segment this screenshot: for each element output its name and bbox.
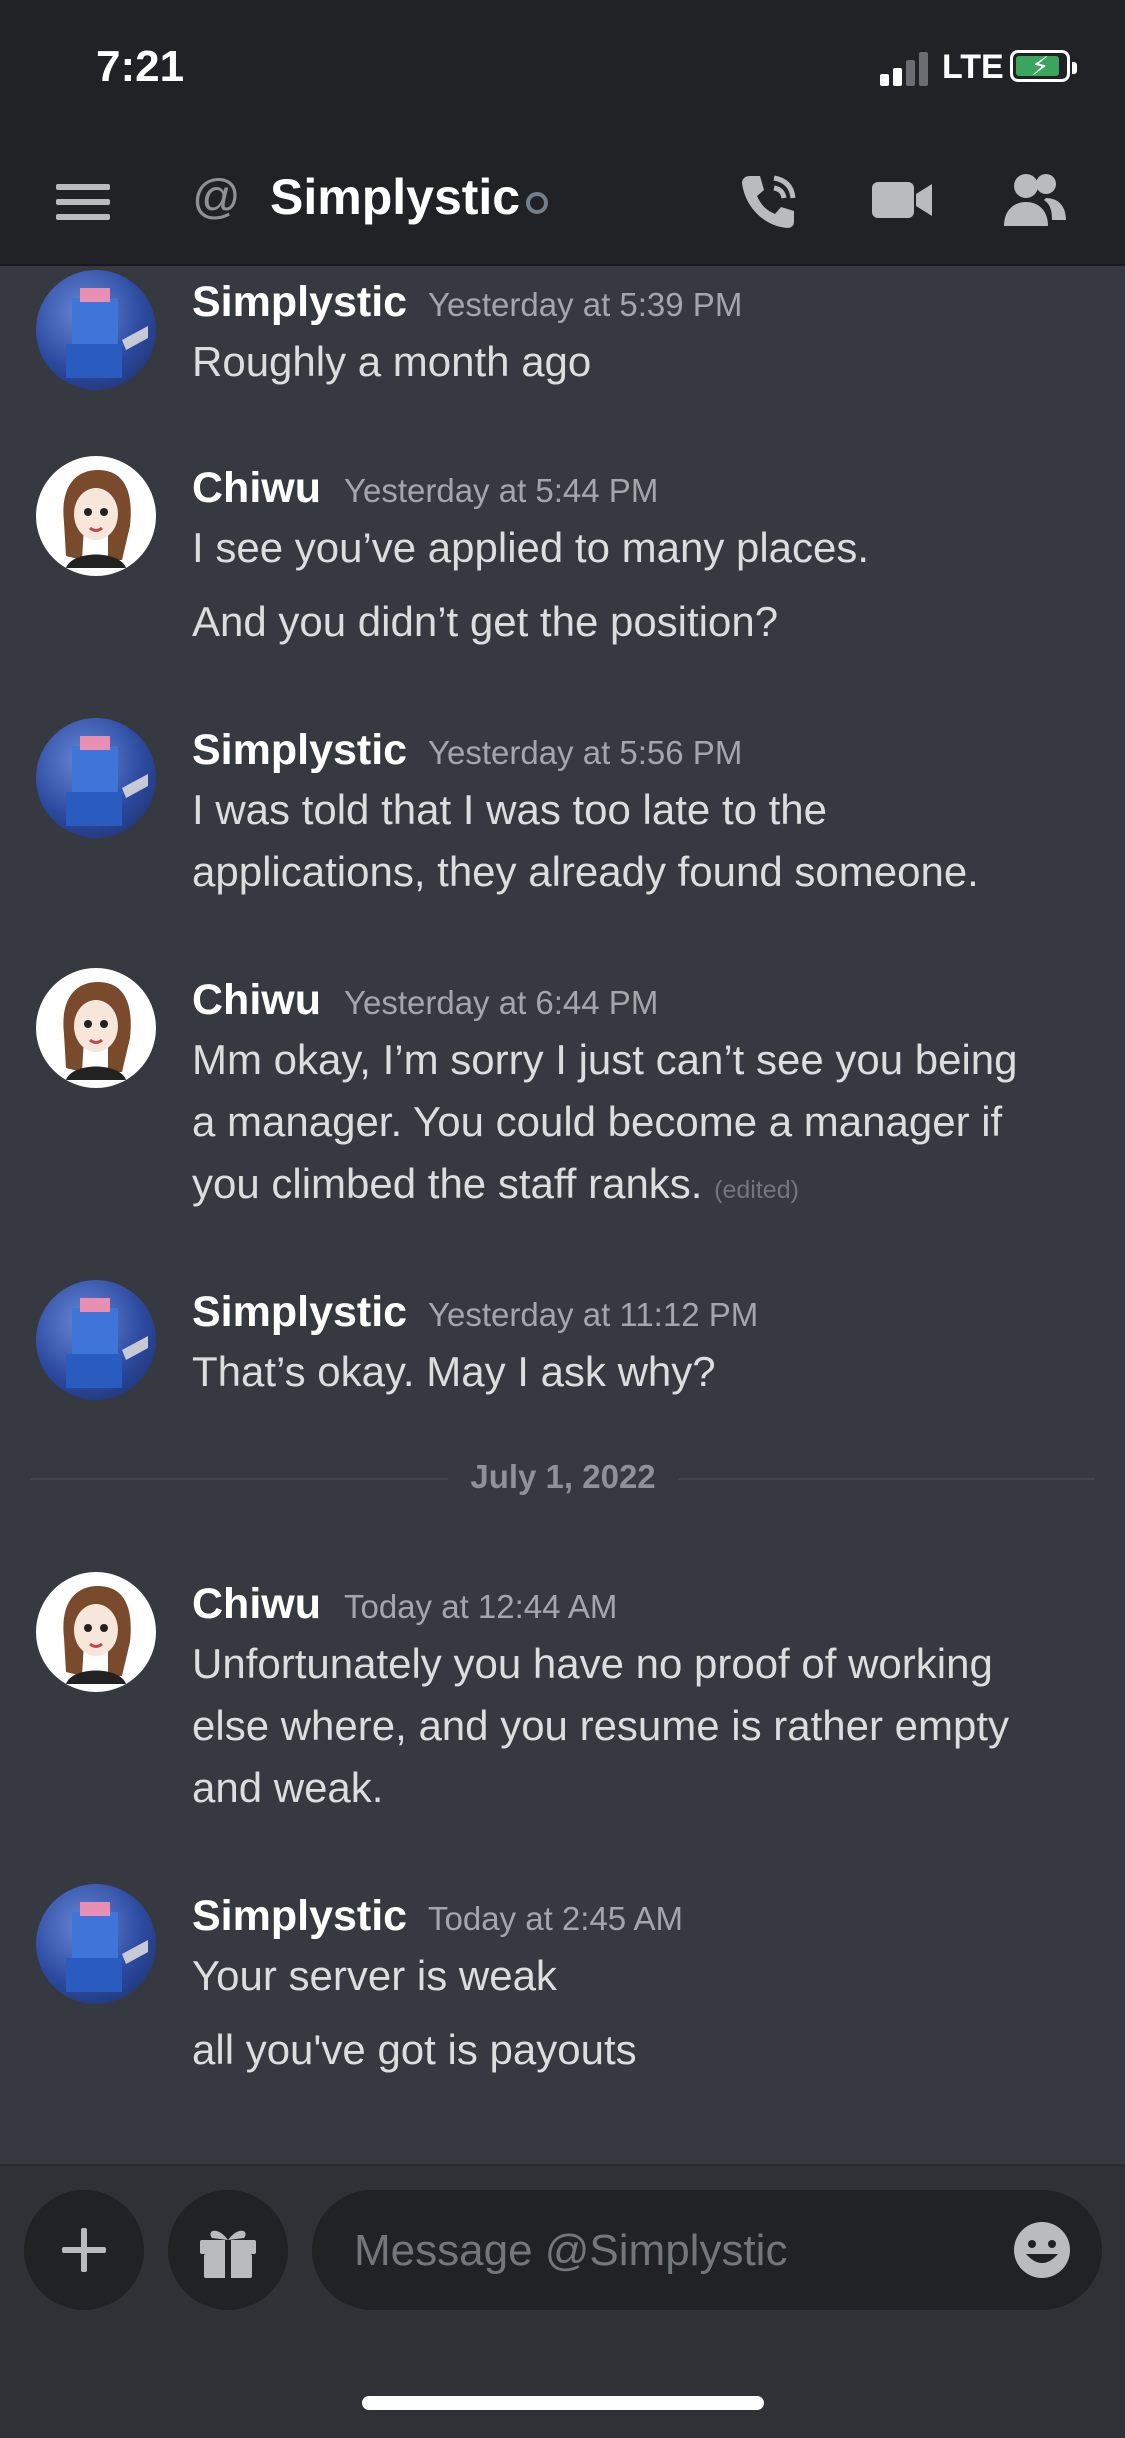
message-text: That’s okay. May I ask why?	[192, 1348, 716, 1395]
members-icon[interactable]	[1000, 170, 1070, 230]
avatar[interactable]	[36, 968, 156, 1088]
gift-button[interactable]	[168, 2190, 288, 2310]
avatar[interactable]	[36, 270, 156, 390]
message-list[interactable]: Simplystic Yesterday at 5:39 PM Roughly …	[0, 266, 1125, 2164]
plus-icon	[62, 2228, 106, 2272]
add-attachment-button[interactable]	[24, 2190, 144, 2310]
message-timestamp: Yesterday at 11:12 PM	[428, 1296, 759, 1333]
message-timestamp: Yesterday at 6:44 PM	[344, 984, 659, 1021]
message-text: I see you’ve applied to many places.	[192, 524, 870, 571]
author-name[interactable]: Simplystic	[192, 1892, 407, 1941]
message-text: and weak.	[192, 1764, 384, 1811]
message-timestamp: Today at 12:44 AM	[344, 1588, 618, 1625]
author-name[interactable]: Simplystic	[192, 726, 407, 775]
video-icon[interactable]	[870, 176, 934, 224]
menu-icon[interactable]	[52, 178, 114, 226]
status-time: 7:21	[96, 42, 185, 91]
message-input[interactable]: Message @Simplystic	[312, 2190, 1102, 2310]
page-title[interactable]: Simplystic	[270, 168, 520, 226]
message-text: applications, they already found someone…	[192, 848, 979, 895]
message-text: Mm okay, I’m sorry I just can’t see you …	[192, 1036, 1018, 1083]
message-input-placeholder: Message @Simplystic	[354, 2226, 788, 2275]
date-divider-label: July 1, 2022	[448, 1458, 678, 1496]
emoji-icon[interactable]	[1012, 2220, 1072, 2280]
call-icon[interactable]	[736, 170, 800, 234]
message-timestamp: Yesterday at 5:44 PM	[344, 472, 659, 509]
author-name[interactable]: Chiwu	[192, 976, 321, 1025]
message-text-line: you climbed the staff ranks.	[192, 1160, 703, 1207]
author-name[interactable]: Simplystic	[192, 278, 407, 327]
signal-icon	[880, 52, 932, 86]
message-text: all you've got is payouts	[192, 2026, 637, 2073]
edited-label: (edited)	[714, 1176, 799, 1204]
status-idle-icon	[526, 192, 548, 214]
message-text: Your server is weak	[192, 1952, 557, 1999]
home-indicator[interactable]	[362, 2396, 764, 2410]
battery-icon: ⚡	[1010, 50, 1077, 82]
message-text: you climbed the staff ranks. (edited)	[192, 1160, 799, 1208]
author-name[interactable]: Chiwu	[192, 1580, 321, 1629]
avatar[interactable]	[36, 1572, 156, 1692]
at-icon: @	[192, 171, 241, 224]
avatar[interactable]	[36, 1884, 156, 2004]
author-name[interactable]: Chiwu	[192, 464, 321, 513]
message-text: I was told that I was too late to the	[192, 786, 828, 833]
gift-icon	[200, 2230, 256, 2278]
channel-header: @ Simplystic	[0, 140, 1125, 266]
network-type: LTE	[942, 48, 1004, 86]
author-name[interactable]: Simplystic	[192, 1288, 407, 1337]
message-timestamp: Today at 2:45 AM	[428, 1900, 683, 1937]
message-timestamp: Yesterday at 5:39 PM	[428, 286, 743, 323]
status-bar: 7:21 LTE ⚡	[0, 0, 1125, 140]
message-text: Roughly a month ago	[192, 338, 592, 385]
message-text: a manager. You could become a manager if	[192, 1098, 1003, 1145]
message-text: And you didn’t get the position?	[192, 598, 779, 645]
message-text: Unfortunately you have no proof of worki…	[192, 1640, 993, 1687]
avatar[interactable]	[36, 1280, 156, 1400]
avatar[interactable]	[36, 456, 156, 576]
message-text: else where, and you resume is rather emp…	[192, 1702, 1010, 1749]
avatar[interactable]	[36, 718, 156, 838]
message-timestamp: Yesterday at 5:56 PM	[428, 734, 743, 771]
